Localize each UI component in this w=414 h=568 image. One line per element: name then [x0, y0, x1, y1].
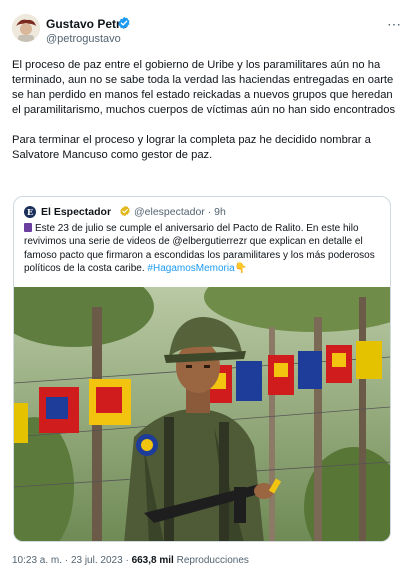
- quote-photo[interactable]: [14, 287, 390, 541]
- quote-handle: @elespectador: [134, 206, 205, 218]
- verified-badge-icon: [118, 16, 130, 30]
- more-options-icon[interactable]: ⋯: [387, 16, 402, 33]
- tweet-meta: 10:23 a. m. · 23 jul. 2023 · 663,8 mil R…: [12, 555, 249, 566]
- quote-text: Este 23 de julio se cumple el aniversari…: [24, 222, 384, 275]
- avatar-photo-icon: [12, 14, 40, 42]
- meta-separator-1: ·: [64, 555, 69, 566]
- tweet-time[interactable]: 10:23 a. m.: [12, 555, 62, 566]
- calendar-square-icon: [24, 223, 32, 232]
- quote-time: 9h: [214, 206, 226, 218]
- quote-handle-line: @elespectador · 9h: [134, 206, 226, 218]
- quote-verified-badge-icon: [120, 205, 130, 217]
- pointing-down-emoji-icon: 👇: [234, 262, 248, 274]
- author-name[interactable]: Gustavo Petro: [46, 17, 128, 31]
- quote-separator: ·: [207, 206, 212, 218]
- post-paragraph-2: Para terminar el proceso y lograr la com…: [12, 134, 371, 161]
- post-text: El proceso de paz entre el gobierno de U…: [12, 58, 404, 178]
- post-paragraph-1: El proceso de paz entre el gobierno de U…: [12, 59, 396, 116]
- soldier-photo-icon: [14, 287, 390, 541]
- hashtag-link[interactable]: #HagamosMemoria: [147, 263, 234, 274]
- quote-author-name: El Espectador: [41, 206, 112, 218]
- tweet-date[interactable]: 23 jul. 2023: [71, 555, 123, 566]
- tweet-card: Gustavo Petro @petrogustavo ⋯ El proceso…: [0, 0, 414, 568]
- author-handle[interactable]: @petrogustavo: [46, 33, 121, 45]
- meta-separator-2: ·: [125, 555, 129, 566]
- avatar[interactable]: [12, 14, 40, 42]
- quote-avatar: E: [24, 206, 36, 218]
- quoted-tweet[interactable]: E El Espectador @elespectador · 9h Este …: [13, 196, 391, 542]
- view-count: 663,8 mil: [131, 555, 174, 566]
- views-label: Reproducciones: [176, 555, 249, 566]
